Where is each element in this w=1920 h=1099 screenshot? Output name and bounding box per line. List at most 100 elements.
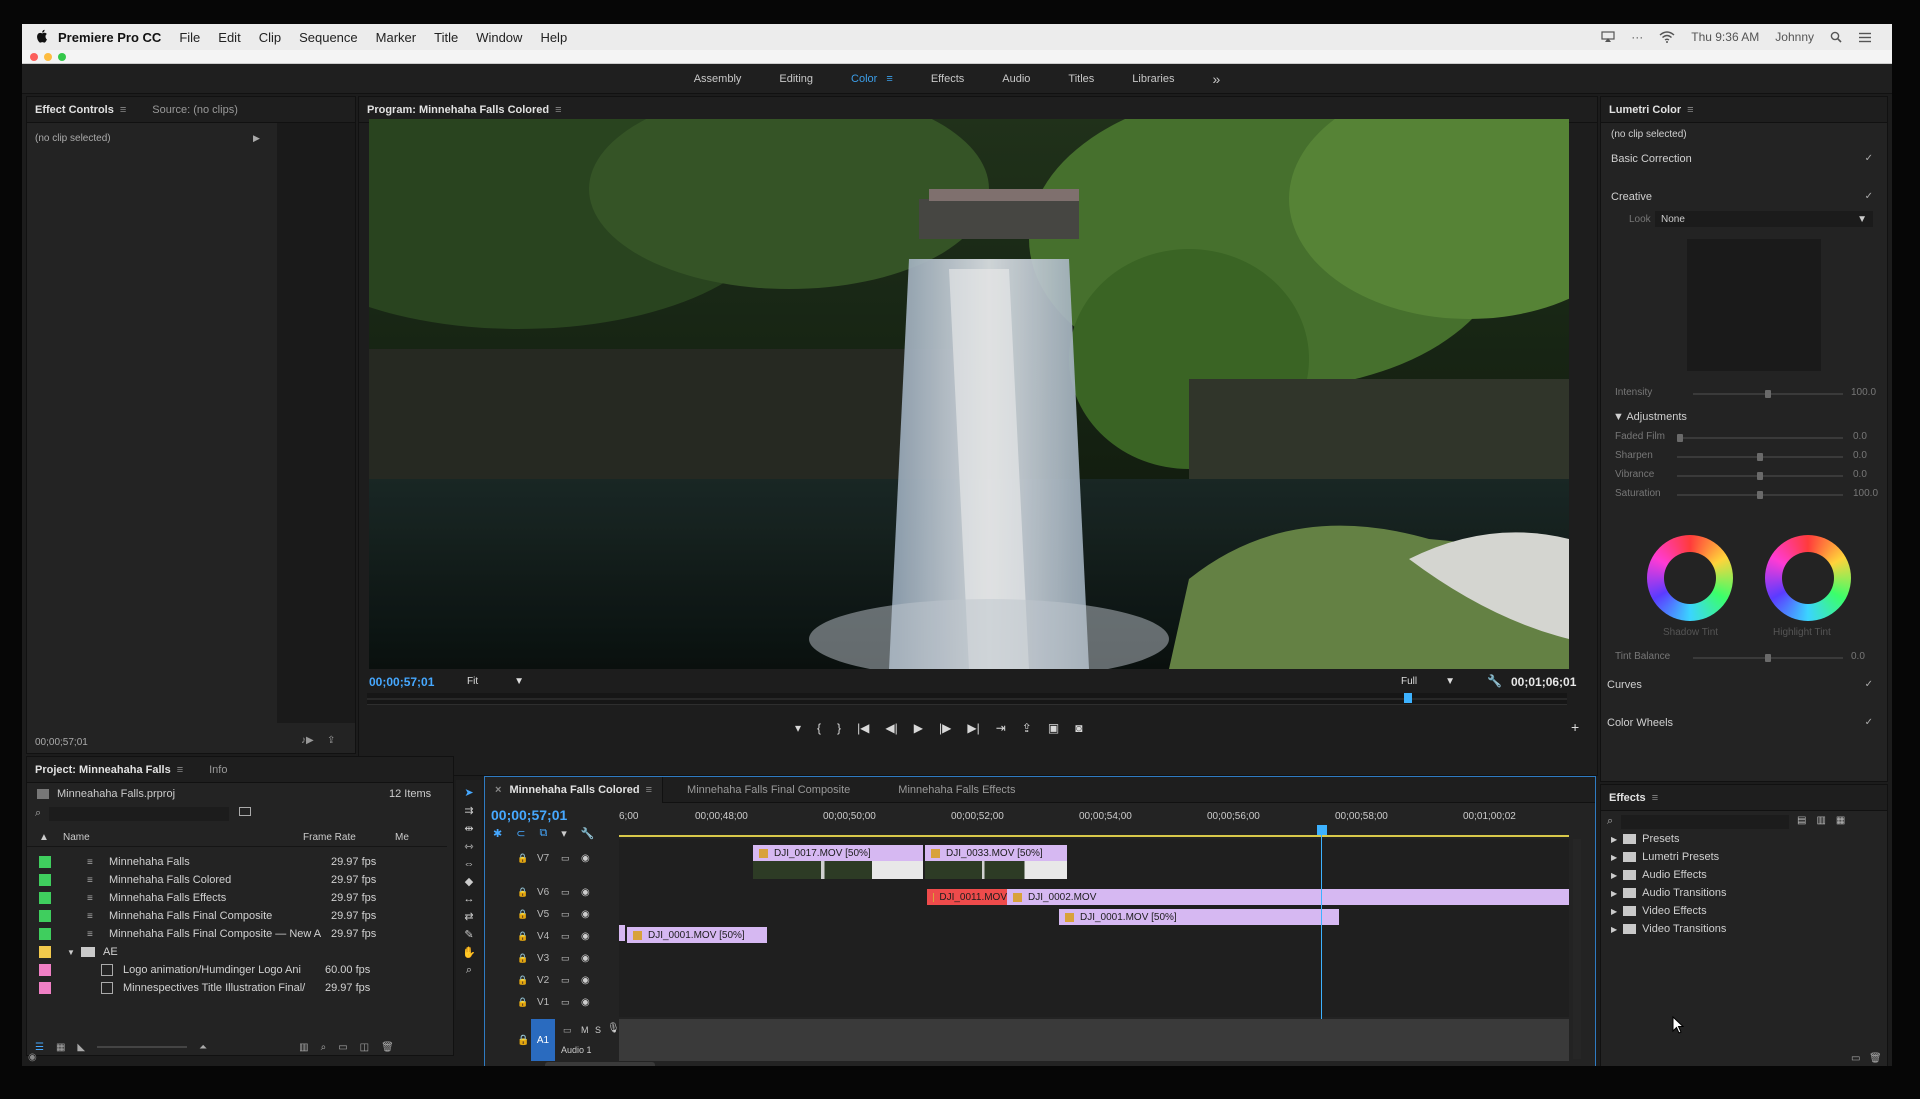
go-to-in-icon[interactable]: |◀	[857, 721, 869, 735]
basic-correction-header[interactable]: Basic Correction	[1611, 153, 1692, 165]
zoom-slider[interactable]	[97, 1046, 188, 1048]
add-button-icon[interactable]: +	[1571, 719, 1579, 735]
lock-icon[interactable]: 🔒	[517, 909, 528, 920]
adjustment-slider[interactable]	[1677, 472, 1843, 480]
tab-sequence-final-composite[interactable]: Minnehaha Falls Final Composite	[663, 784, 874, 796]
creative-header[interactable]: Creative	[1611, 191, 1652, 203]
icon-view-icon[interactable]: ▦	[56, 1042, 65, 1053]
tab-sequence-effects[interactable]: Minnehaha Falls Effects	[874, 784, 1039, 796]
new-bin-from-search-icon[interactable]	[239, 807, 251, 816]
tab-sequence-colored[interactable]: × Minnehaha Falls Colored ≡	[485, 776, 664, 803]
tab-project[interactable]: Project: Minneahaha Falls ≡	[35, 764, 183, 776]
mark-in-icon[interactable]: {	[817, 721, 821, 735]
effects-folder[interactable]: ▶ Video Transitions	[1611, 923, 1726, 935]
automate-to-sequence-icon[interactable]: ▥	[299, 1042, 308, 1053]
zoom-window-button[interactable]	[58, 53, 66, 61]
solo-button[interactable]: S	[595, 1025, 601, 1035]
slider-knob[interactable]	[1765, 390, 1771, 398]
wifi-icon[interactable]	[1659, 31, 1675, 43]
settings-wrench-icon[interactable]: 🔧	[1487, 674, 1502, 688]
toggle-sync-icon[interactable]: ▭	[561, 931, 570, 942]
adjustment-value[interactable]: 0.0	[1853, 431, 1867, 442]
timeline-clip[interactable]: DJI_0011.MOV	[927, 889, 1007, 905]
pen-tool-icon[interactable]: ✎	[464, 928, 473, 941]
toggle-sync-icon[interactable]: ▭	[561, 975, 570, 986]
app-menu[interactable]: Premiere Pro CC	[58, 30, 161, 45]
label-color-swatch[interactable]	[39, 928, 51, 940]
notification-center-icon[interactable]	[1858, 32, 1872, 43]
toggle-sync-icon[interactable]: ▭	[561, 853, 570, 864]
track-name[interactable]: V5	[537, 909, 549, 920]
selection-tool-icon[interactable]: ➤	[464, 786, 473, 799]
user-name[interactable]: Johnny	[1775, 30, 1814, 44]
effects-folder[interactable]: ▶ Video Effects	[1611, 905, 1707, 917]
workspace-effects[interactable]: Effects	[931, 73, 964, 85]
nest-icon[interactable]: ⧉	[539, 827, 547, 840]
audio-track-lane[interactable]	[619, 1019, 1569, 1061]
effects-folder[interactable]: ▶ Audio Effects	[1611, 869, 1707, 881]
effects-folder[interactable]: ▶ Presets	[1611, 833, 1679, 845]
toggle-sync-icon[interactable]: ▭	[561, 909, 570, 920]
eye-icon[interactable]: ◉	[581, 997, 590, 1008]
slip-tool-icon[interactable]: ↔	[464, 893, 475, 905]
snap-icon[interactable]: ✱	[493, 827, 502, 840]
eye-icon[interactable]: ◉	[581, 853, 590, 864]
timeline-clip[interactable]: DJI_0017.MOV [50%]	[753, 845, 923, 861]
freeform-view-icon[interactable]: ◣	[77, 1042, 85, 1053]
track-name[interactable]: V3	[537, 953, 549, 964]
lock-icon[interactable]: 🔒	[517, 887, 528, 898]
timeline-ruler[interactable]: 6;00 00;00;48;00 00;00;50;00 00;00;52;00 00;…	[619, 807, 1569, 837]
toggle-sync-icon[interactable]: ▭	[561, 887, 570, 898]
filter-audio-icon[interactable]: ♪▶	[301, 735, 314, 746]
sort-arrow-icon[interactable]: ▲	[39, 832, 63, 843]
eye-icon[interactable]: ◉	[581, 887, 590, 898]
more-workspaces-button[interactable]: »	[1212, 71, 1220, 87]
highlight-tint-wheel[interactable]	[1765, 535, 1851, 621]
adjustment-slider[interactable]	[1677, 434, 1843, 442]
mute-button[interactable]: M	[581, 1025, 589, 1035]
search-icon[interactable]: ⌕	[35, 807, 41, 820]
accelerated-effects-icon[interactable]: ▤	[1797, 815, 1806, 826]
menu-file[interactable]: File	[179, 30, 200, 45]
project-item[interactable]: Minnespectives Title Illustration Final/…	[27, 977, 447, 999]
menu-sequence[interactable]: Sequence	[299, 30, 358, 45]
linked-selection-icon[interactable]: ⊂	[516, 827, 525, 840]
trash-icon[interactable]: 🗑	[381, 1042, 394, 1053]
hand-tool-icon[interactable]: ✋	[462, 946, 476, 959]
panel-menu-icon[interactable]: ≡	[120, 104, 126, 116]
workspace-audio[interactable]: Audio	[1002, 73, 1030, 85]
step-forward-icon[interactable]: |▶	[939, 721, 951, 735]
panel-menu-icon[interactable]: ≡	[555, 104, 561, 116]
look-select[interactable]: None ▼	[1655, 211, 1873, 227]
panel-menu-icon[interactable]: ≡	[1687, 104, 1693, 116]
panel-menu-icon[interactable]: ≡	[1652, 792, 1658, 804]
program-video-frame[interactable]	[369, 119, 1569, 669]
tab-effects[interactable]: Effects ≡	[1609, 792, 1658, 804]
label-color-swatch[interactable]	[39, 964, 51, 976]
shadow-tint-wheel[interactable]	[1647, 535, 1733, 621]
tab-program-monitor[interactable]: Program: Minnehaha Falls Colored ≡	[367, 104, 562, 116]
ripple-edit-tool-icon[interactable]: ⇹	[464, 822, 473, 835]
menu-help[interactable]: Help	[540, 30, 567, 45]
find-icon[interactable]: ⌕	[321, 1042, 327, 1053]
timeline-clip[interactable]: DJI_0033.MOV [50%]	[925, 845, 1067, 861]
expand-arrow-icon[interactable]: ▶	[253, 133, 260, 144]
voiceover-mic-icon[interactable]: 🎙	[607, 1023, 620, 1034]
go-to-out-icon[interactable]: ▶|	[967, 721, 979, 735]
menu-marker[interactable]: Marker	[376, 30, 416, 45]
adjustments-header[interactable]: ▼ Adjustments	[1613, 411, 1687, 423]
menu-edit[interactable]: Edit	[218, 30, 240, 45]
insert-icon[interactable]: ⇥	[996, 721, 1006, 735]
label-color-swatch[interactable]	[39, 874, 51, 886]
export-frame-icon[interactable]: ◙	[1075, 721, 1082, 735]
color-wheels-header[interactable]: Color Wheels	[1607, 717, 1673, 729]
intensity-slider[interactable]	[1693, 390, 1843, 398]
timeline-clip[interactable]: DJI_0001.MOV [50%]	[627, 927, 767, 943]
slide-tool-icon[interactable]: ⇄	[464, 910, 473, 923]
rolling-edit-tool-icon[interactable]: ⇿	[464, 840, 473, 853]
curves-header[interactable]: Curves	[1607, 679, 1642, 691]
workspace-titles[interactable]: Titles	[1068, 73, 1094, 85]
toggle-sync-icon[interactable]: ▭	[561, 997, 570, 1008]
slider-knob[interactable]	[1677, 434, 1683, 442]
label-color-swatch[interactable]	[39, 982, 51, 994]
